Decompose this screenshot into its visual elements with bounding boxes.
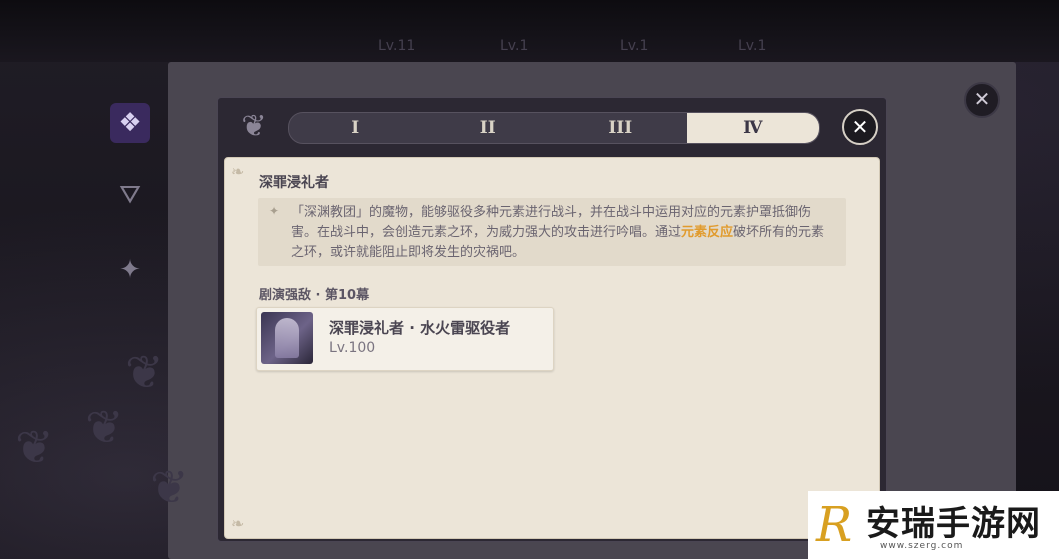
watermark-url: www.szerg.com — [880, 541, 964, 551]
butterfly-icon: ❦ — [15, 420, 54, 474]
poster-icon[interactable]: ❖ — [110, 103, 150, 143]
enemy-name: 深罪浸礼者 · 水火雷驱役者 — [329, 319, 511, 337]
enemy-portrait — [261, 312, 313, 364]
hat-icon[interactable]: ⛛ — [110, 175, 150, 215]
close-button[interactable]: ✕ — [842, 109, 878, 145]
enemy-level: Lv.100 — [329, 340, 376, 356]
butterfly-icon: ❦ — [85, 400, 124, 454]
tab-3[interactable]: III — [554, 113, 687, 143]
elemental-reaction-link[interactable]: 元素反应 — [681, 225, 733, 240]
corner-ornament-icon: ❧ — [231, 514, 245, 533]
card-icon[interactable]: ✦ — [110, 250, 150, 290]
enemy-info-dialog: ❦ I II III Ⅳ ✕ ❧ ❧ 深罪浸礼者 ✦ 「深渊教团」的魔物，能够驱… — [217, 97, 887, 542]
background-close-icon[interactable]: ✕ — [964, 82, 1000, 118]
section-label: 剧演强敌 · 第10幕 — [259, 288, 370, 303]
enemy-title: 深罪浸礼者 — [259, 175, 329, 191]
watermark-text: 安瑞手游网 — [866, 504, 1041, 544]
top-bar-level-3: Lv.1 — [620, 38, 649, 54]
butterfly-icon: ❦ — [150, 460, 189, 514]
corner-ornament-icon: ❧ — [231, 162, 245, 181]
butterfly-emblem-icon: ❦ — [241, 109, 267, 144]
butterfly-icon: ❦ — [125, 345, 164, 399]
enemy-description: 「深渊教团」的魔物，能够驱役多种元素进行战斗，并在战斗中运用对应的元素护罩抵御伤… — [291, 205, 825, 260]
tab-1[interactable]: I — [289, 113, 422, 143]
tab-2[interactable]: II — [422, 113, 555, 143]
tab-4[interactable]: Ⅳ — [686, 113, 819, 143]
site-watermark: R 安瑞手游网 www.szerg.com — [808, 491, 1059, 559]
bullet-icon: ✦ — [269, 204, 280, 218]
chapter-tabs: I II III Ⅳ — [288, 112, 820, 144]
top-bar-level-2: Lv.1 — [500, 38, 529, 54]
watermark-logo-icon: R — [816, 497, 853, 553]
background-top-bar: Lv.11 Lv.1 Lv.1 Lv.1 — [0, 0, 1059, 62]
enemy-card[interactable]: 深罪浸礼者 · 水火雷驱役者 Lv.100 — [256, 307, 554, 371]
enemy-detail-panel: ❧ ❧ 深罪浸礼者 ✦ 「深渊教团」的魔物，能够驱役多种元素进行战斗，并在战斗中… — [224, 157, 880, 539]
top-bar-level-1: Lv.11 — [378, 38, 416, 54]
top-bar-level-4: Lv.1 — [738, 38, 767, 54]
description-box: ✦ 「深渊教团」的魔物，能够驱役多种元素进行战斗，并在战斗中运用对应的元素护罩抵… — [258, 198, 846, 266]
